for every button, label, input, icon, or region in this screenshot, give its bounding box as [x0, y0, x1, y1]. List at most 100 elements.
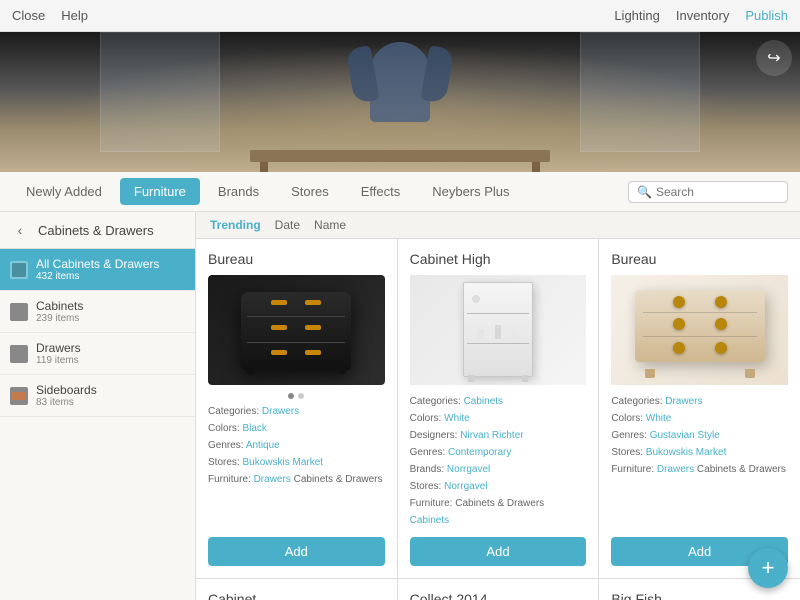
- meta-designers-value-ch[interactable]: Nirvan Richter: [460, 430, 523, 441]
- meta-colors-value[interactable]: Black: [242, 423, 266, 434]
- main-layout: ‹ Cabinets & Drawers All Cabinets & Draw…: [0, 212, 800, 600]
- meta-genres-value-ch[interactable]: Contemporary: [448, 447, 511, 458]
- help-menu-item[interactable]: Help: [61, 0, 88, 32]
- add-button-cabinet-high[interactable]: Add: [410, 537, 587, 566]
- meta-genres-label-b2: Genres:: [611, 430, 647, 441]
- sidebar-title: Cabinets & Drawers: [38, 223, 154, 238]
- sort-bar: Trending Date Name: [196, 212, 800, 239]
- meta-furniture-suffix-b2: Cabinets & Drawers: [697, 464, 786, 475]
- content-area: Trending Date Name Bureau: [196, 212, 800, 600]
- meta-stores-label-b2: Stores:: [611, 447, 643, 458]
- product-image-bureau-1[interactable]: [208, 275, 385, 385]
- top-menu-bar: Close Help Lighting Inventory Publish: [0, 0, 800, 32]
- meta-categories-label-b2: Categories:: [611, 396, 662, 407]
- all-icon-shape: [12, 263, 26, 277]
- dot-1: [288, 393, 294, 399]
- meta-categories-value[interactable]: Drawers: [262, 406, 299, 417]
- meta-stores-value[interactable]: Bukowskis Market: [242, 457, 323, 468]
- hero-window-left: [100, 32, 220, 152]
- sidebar-all-icon: [10, 261, 28, 279]
- sidebar-item-sideboards[interactable]: Sideboards 83 items: [0, 375, 195, 417]
- product-card-cabinet-high: Cabinet High: [398, 239, 599, 578]
- fab-add-button[interactable]: +: [748, 548, 788, 588]
- product-image-bureau-2[interactable]: [611, 275, 788, 385]
- meta-colors-value-ch[interactable]: White: [444, 413, 470, 424]
- add-button-bureau-1[interactable]: Add: [208, 537, 385, 566]
- cabinet-icon-shape: [13, 305, 25, 319]
- sort-date[interactable]: Date: [275, 218, 300, 232]
- close-menu-item[interactable]: Close: [12, 0, 45, 32]
- meta-categories-value-b2[interactable]: Drawers: [665, 396, 702, 407]
- tab-neybers-plus[interactable]: Neybers Plus: [418, 178, 523, 205]
- product-meta-bureau-1: Categories: Drawers Colors: Black Genres…: [208, 403, 385, 529]
- product-grid: Bureau: [196, 239, 800, 600]
- meta-categories-value-ch[interactable]: Cabinets: [464, 396, 503, 407]
- product-title-bureau-2: Bureau: [611, 251, 788, 267]
- sidebar-item-all[interactable]: All Cabinets & Drawers 432 items: [0, 249, 195, 291]
- sort-name[interactable]: Name: [314, 218, 346, 232]
- lighting-menu-item[interactable]: Lighting: [614, 0, 660, 32]
- meta-furniture-drawers-link[interactable]: Drawers: [254, 474, 291, 485]
- search-box: 🔍: [628, 181, 788, 203]
- product-card-bureau-1: Bureau: [196, 239, 397, 578]
- sidebar-cabinets-icon: [10, 303, 28, 321]
- meta-genres-value[interactable]: Antique: [246, 440, 280, 451]
- hero-table-decoration: [250, 150, 550, 162]
- sidebar-item-cabinets[interactable]: Cabinets 239 items: [0, 291, 195, 333]
- product-image-cabinet-high[interactable]: [410, 275, 587, 385]
- product-card-bureau-2: Bureau: [599, 239, 800, 578]
- sidebar-drawers-icon: [10, 345, 28, 363]
- tab-furniture[interactable]: Furniture: [120, 178, 200, 205]
- meta-furniture-label-ch: Furniture:: [410, 498, 453, 509]
- hero-image: ↪: [0, 32, 800, 172]
- meta-brands-value-ch[interactable]: Norrgavel: [447, 464, 490, 475]
- sidebar-item-sideboards-text: Sideboards 83 items: [36, 383, 185, 408]
- meta-categories-label: Categories:: [208, 406, 259, 417]
- meta-stores-label: Stores:: [208, 457, 240, 468]
- tab-effects[interactable]: Effects: [347, 178, 415, 205]
- meta-furniture-label: Furniture:: [208, 474, 251, 485]
- meta-furniture-drawers-b2[interactable]: Drawers: [657, 464, 694, 475]
- sideboard-icon-shape: [12, 392, 26, 400]
- tab-stores[interactable]: Stores: [277, 178, 343, 205]
- sidebar-item-drawers[interactable]: Drawers 119 items: [0, 333, 195, 375]
- product-meta-bureau-2: Categories: Drawers Colors: White Genres…: [611, 393, 788, 529]
- meta-genres-value-b2[interactable]: Gustavian Style: [650, 430, 720, 441]
- meta-furniture-text-ch: Cabinets & Drawers: [455, 498, 544, 509]
- meta-brands-label-ch: Brands:: [410, 464, 444, 475]
- meta-colors-value-b2[interactable]: White: [646, 413, 672, 424]
- meta-colors-label-b2: Colors:: [611, 413, 643, 424]
- category-tabs: Newly Added Furniture Brands Stores Effe…: [0, 172, 800, 212]
- meta-designers-label-ch: Designers:: [410, 430, 458, 441]
- product-meta-cabinet-high: Categories: Cabinets Colors: White Desig…: [410, 393, 587, 529]
- sidebar: ‹ Cabinets & Drawers All Cabinets & Draw…: [0, 212, 196, 600]
- hero-avatar[interactable]: ↪: [756, 40, 792, 76]
- search-input[interactable]: [656, 185, 786, 199]
- tab-brands[interactable]: Brands: [204, 178, 273, 205]
- sidebar-item-drawers-text: Drawers 119 items: [36, 341, 185, 366]
- tab-newly-added[interactable]: Newly Added: [12, 178, 116, 205]
- meta-stores-value-b2[interactable]: Bukowskis Market: [646, 447, 727, 458]
- sidebar-item-drawers-count: 119 items: [36, 355, 185, 366]
- dot-2: [298, 393, 304, 399]
- sidebar-item-all-count: 432 items: [36, 271, 185, 282]
- sidebar-item-cabinets-label: Cabinets: [36, 299, 185, 313]
- inventory-menu-item[interactable]: Inventory: [676, 0, 729, 32]
- sidebar-item-sideboards-count: 83 items: [36, 397, 185, 408]
- sidebar-item-drawers-label: Drawers: [36, 341, 185, 355]
- meta-genres-label: Genres:: [208, 440, 244, 451]
- dot-indicator-bureau-1: [208, 393, 385, 399]
- top-menu-right: Lighting Inventory Publish: [614, 0, 788, 32]
- sidebar-item-sideboards-label: Sideboards: [36, 383, 185, 397]
- meta-stores-value-ch[interactable]: Norrgavel: [444, 481, 487, 492]
- meta-furniture-cabinets-link[interactable]: Cabinets: [410, 515, 449, 526]
- search-icon: 🔍: [637, 185, 652, 199]
- publish-menu-item[interactable]: Publish: [745, 0, 788, 32]
- product-title-big-fish: Big Fish: [611, 591, 788, 600]
- sidebar-back-button[interactable]: ‹: [10, 220, 30, 240]
- product-title-collect: Collect 2014: [410, 591, 587, 600]
- hero-window-right: [580, 32, 700, 152]
- drawer-icon-shape: [12, 349, 26, 359]
- sidebar-item-cabinets-text: Cabinets 239 items: [36, 299, 185, 324]
- sort-trending[interactable]: Trending: [210, 218, 261, 232]
